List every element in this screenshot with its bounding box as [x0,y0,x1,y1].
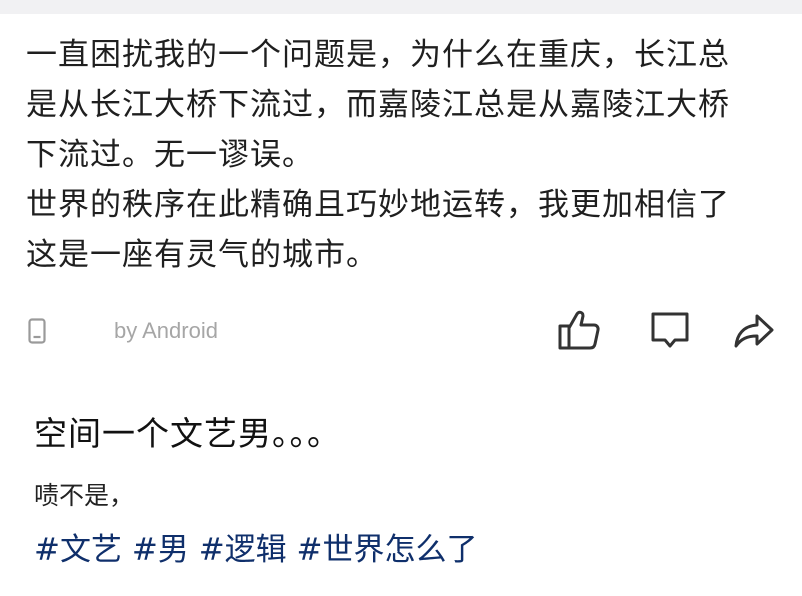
post-line: 下流过。无一谬误。 [26,137,314,173]
post-card: 一直困扰我的一个问题是，为什么在重庆，长江总 是从长江大桥下流过，而嘉陵江总是从… [0,14,802,376]
thumbs-up-icon [557,308,601,356]
comment-button[interactable] [646,308,694,356]
caption-section: 空间一个文艺男。。。 啧不是， #文艺 #男 #逻辑 #世界怎么了 [0,376,802,596]
caption-subtitle: 啧不是， [34,481,135,510]
post-line: 这是一座有灵气的城市。 [26,237,378,273]
hashtag-list: #文艺 #男 #逻辑 #世界怎么了 [34,528,478,572]
like-button[interactable] [555,308,603,356]
source-label: by Android [114,318,218,343]
post-meta-row: by Android [0,306,802,358]
caption-title: 空间一个文艺男。。。 [34,414,341,453]
phone-icon [28,318,46,344]
top-band [0,0,802,14]
share-button[interactable] [730,308,778,356]
post-line: 一直困扰我的一个问题是，为什么在重庆，长江总 [26,37,730,73]
hashtag-link[interactable]: #男 [132,528,199,572]
post-body: 一直困扰我的一个问题是，为什么在重庆，长江总 是从长江大桥下流过，而嘉陵江总是从… [26,30,786,280]
hashtag-link[interactable]: #逻辑 [199,528,297,572]
hashtag-link[interactable]: #世界怎么了 [297,528,478,572]
comment-icon [649,309,691,355]
post-line: 是从长江大桥下流过，而嘉陵江总是从嘉陵江大桥 [26,87,730,123]
post-line: 世界的秩序在此精确且巧妙地运转，我更加相信了 [26,187,730,223]
share-icon [733,309,775,355]
hashtag-link[interactable]: #文艺 [34,528,132,572]
